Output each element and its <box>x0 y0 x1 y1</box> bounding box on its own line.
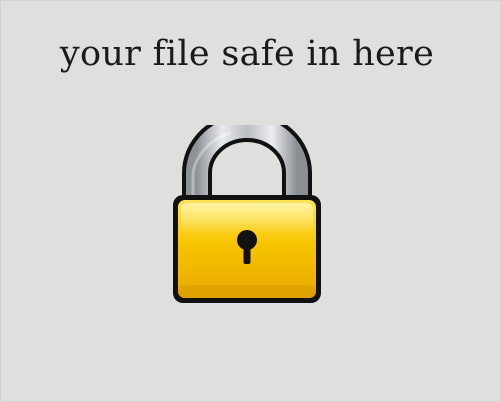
content-panel: your file safe in here <box>0 0 501 402</box>
padlock-icon <box>171 125 323 307</box>
headline: your file safe in here <box>59 34 435 74</box>
